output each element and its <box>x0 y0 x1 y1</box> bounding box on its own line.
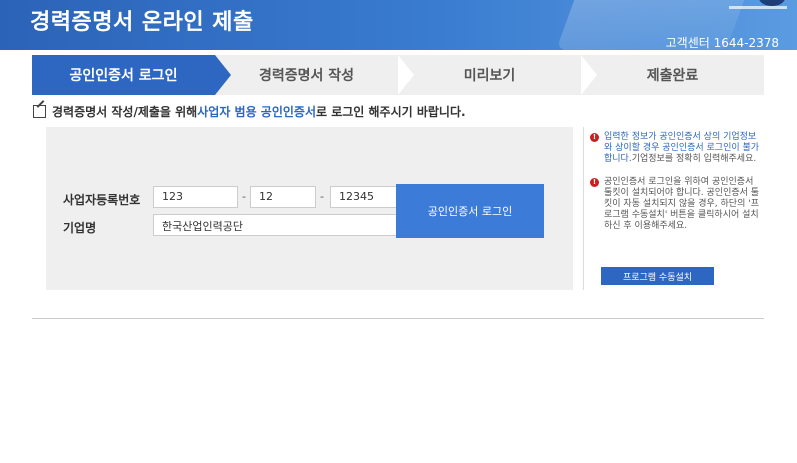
manual-install-button[interactable]: 프로그램 수동설치 <box>601 267 714 285</box>
warning-icon: ! <box>590 178 599 187</box>
step-arrow <box>215 55 231 95</box>
edit-icon <box>33 105 46 118</box>
step-write: 경력증명서 작성 <box>215 55 414 95</box>
side-notes: ! 입력한 정보가 공인인증서 상의 기업정보와 상이할 경우 공인인증서 로그… <box>590 132 760 244</box>
step-label: 미리보기 <box>463 68 516 84</box>
warning-icon: ! <box>590 133 599 142</box>
notice: 경력증명서 작성/제출을 위해 사업자 범용 공인인증서 로 로그인 해주시기 … <box>33 103 466 120</box>
cert-login-button[interactable]: 공인인증서 로그인 <box>396 184 544 238</box>
step-progress: 공인인증서 로그인 경력증명서 작성 미리보기 제출완료 <box>32 55 764 95</box>
company-name-label: 기업명 <box>63 221 97 235</box>
page-title: 경력증명서 온라인 제출 <box>30 10 254 35</box>
side-note-2: ! 공인인증서 로그인을 위하여 공인인증서 툴킷이 설치되어야 합니다. 공인… <box>590 177 760 232</box>
step-preview: 미리보기 <box>398 55 597 95</box>
notice-suffix: 로 로그인 해주시기 바랍니다. <box>316 105 466 119</box>
notice-prefix: 경력증명서 작성/제출을 위해 <box>52 105 198 119</box>
footer-divider <box>32 318 764 319</box>
business-number-part2-input[interactable]: 12 <box>250 186 316 208</box>
business-number-label: 사업자등록번호 <box>63 193 141 207</box>
customer-center: 고객센터 1644-2378 <box>665 36 779 50</box>
step-label: 공인인증서 로그인 <box>69 68 178 84</box>
step-label: 제출완료 <box>646 68 699 84</box>
separator: - <box>242 190 246 203</box>
step-arrow <box>581 55 597 95</box>
side-note-1: ! 입력한 정보가 공인인증서 상의 기업정보와 상이할 경우 공인인증서 로그… <box>590 132 760 165</box>
divider <box>583 127 584 290</box>
side-note-text: 기업정보를 정확히 입력해주세요. <box>631 154 757 164</box>
step-arrow <box>398 55 414 95</box>
step-login: 공인인증서 로그인 <box>32 55 231 95</box>
step-complete: 제출완료 <box>581 55 764 95</box>
header-banner: 경력증명서 온라인 제출 고객센터 1644-2378 <box>0 0 797 50</box>
separator: - <box>320 190 324 203</box>
side-note-text: 공인인증서 로그인을 위하여 공인인증서 툴킷이 설치되어야 합니다. 공인인증… <box>604 177 760 231</box>
business-number-part1-input[interactable]: 123 <box>153 186 238 208</box>
step-label: 경력증명서 작성 <box>258 68 355 84</box>
logo-text-line <box>729 6 787 9</box>
notice-highlight: 사업자 범용 공인인증서 <box>197 105 316 119</box>
company-name-input[interactable]: 한국산업인력공단 <box>153 214 436 236</box>
